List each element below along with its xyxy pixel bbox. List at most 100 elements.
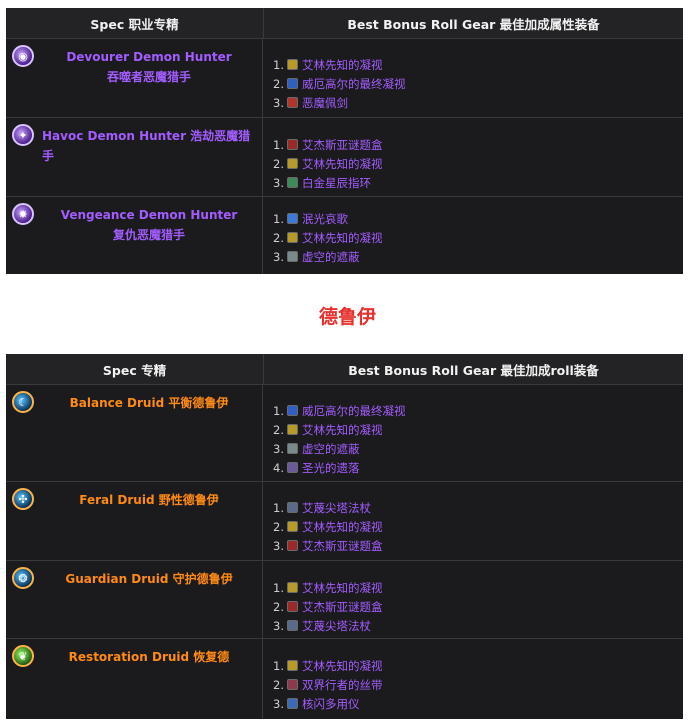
gear-rank: 3. (273, 696, 284, 711)
gear-link[interactable]: 泯光哀歌 (302, 211, 348, 227)
gear-rank: 4. (273, 460, 284, 475)
header-spec: Spec 专精 (6, 354, 264, 384)
gold-seal-icon (286, 582, 298, 593)
gear-link[interactable]: 艾林先知的凝视 (302, 156, 383, 172)
gear-link[interactable]: 威厄高尔的最终凝视 (302, 76, 406, 92)
gear-link[interactable]: 艾林先知的凝视 (302, 658, 383, 674)
gear-link[interactable]: 虚空的遮蔽 (302, 249, 360, 265)
gear-link[interactable]: 威厄高尔的最终凝视 (302, 403, 406, 419)
spec-cell: ❂ Guardian Druid 守护德鲁伊 (6, 561, 263, 638)
gear-item: 1. 艾杰斯亚谜题盒 (273, 135, 683, 154)
bear-icon: ❂ (12, 567, 34, 589)
gear-item: 2. 艾林先知的凝视 (273, 154, 683, 173)
gear-rank: 1. (273, 137, 284, 152)
gear-rank: 2. (273, 519, 284, 534)
gear-item: 2. 双界行者的丝带 (273, 675, 683, 694)
gear-rank: 1. (273, 211, 284, 226)
gear-link[interactable]: 艾杰斯亚谜题盒 (302, 599, 383, 615)
devourer-icon: ◉ (12, 45, 34, 67)
gear-link[interactable]: 艾杰斯亚谜题盒 (302, 137, 383, 153)
spec-name[interactable]: Feral Druid 野性德鲁伊 (42, 490, 256, 510)
gear-item: 4. 圣光的遗落 (273, 458, 683, 477)
gear-cell: 1. 威厄高尔的最终凝视 2. 艾林先知的凝视 3. 虚空的遮蔽 4. 圣光的遗… (263, 385, 683, 481)
gear-item: 3. 白金星辰指环 (273, 173, 683, 192)
gold-seal-icon (286, 424, 298, 435)
spec-name[interactable]: Balance Druid 平衡德鲁伊 (42, 393, 256, 413)
blue-eye-icon (286, 78, 298, 89)
spec-name[interactable]: Guardian Druid 守护德鲁伊 (42, 569, 256, 589)
blue-eye-icon (286, 405, 298, 416)
spec-name[interactable]: Restoration Druid 恢复德 (42, 647, 256, 667)
staff-icon (286, 620, 298, 631)
staff-icon (286, 502, 298, 513)
gear-item: 1. 艾蔑尖塔法杖 (273, 498, 683, 517)
gear-link[interactable]: 恶魔佩剑 (302, 95, 348, 111)
gear-link[interactable]: 双界行者的丝带 (302, 677, 383, 693)
gear-link[interactable]: 艾林先知的凝视 (302, 422, 383, 438)
gear-link[interactable]: 核闪多用仪 (302, 696, 360, 712)
table-row: ✦ Havoc Demon Hunter 浩劫恶魔猎手 1. 艾杰斯亚谜题盒 2… (6, 118, 683, 197)
purple-relic-icon (286, 462, 298, 473)
spec-cell: ✣ Feral Druid 野性德鲁伊 (6, 482, 263, 560)
gear-cell: 1. 艾林先知的凝视 2. 艾杰斯亚谜题盒 3. 艾蔑尖塔法杖 (263, 561, 683, 638)
gear-link[interactable]: 白金星辰指环 (302, 175, 371, 191)
moon-icon: ☾ (12, 391, 34, 413)
gear-item: 3. 核闪多用仪 (273, 694, 683, 713)
gear-rank: 3. (273, 95, 284, 110)
gear-rank: 2. (273, 422, 284, 437)
gear-item: 1. 艾林先知的凝视 (273, 656, 683, 675)
gold-seal-icon (286, 521, 298, 532)
header-gear: Best Bonus Roll Gear 最佳加成roll装备 (348, 362, 599, 378)
blue-flame-icon (286, 213, 298, 224)
gear-item: 3. 虚空的遮蔽 (273, 247, 683, 266)
spec-name[interactable]: Devourer Demon Hunter (42, 47, 256, 67)
spec-name[interactable]: Vengeance Demon Hunter (42, 205, 256, 225)
gear-link[interactable]: 艾林先知的凝视 (302, 57, 383, 73)
gear-link[interactable]: 艾林先知的凝视 (302, 230, 383, 246)
table-row: ❦ Restoration Druid 恢复德 1. 艾林先知的凝视 2. 双界… (6, 639, 683, 719)
gold-seal-icon (286, 232, 298, 243)
gear-item: 2. 艾林先知的凝视 (273, 228, 683, 247)
gear-item: 2. 威厄高尔的最终凝视 (273, 74, 683, 93)
gear-rank: 1. (273, 500, 284, 515)
ribbon-icon (286, 679, 298, 690)
gold-seal-icon (286, 59, 298, 70)
gear-link[interactable]: 虚空的遮蔽 (302, 441, 360, 457)
spec-cell: ☾ Balance Druid 平衡德鲁伊 (6, 385, 263, 481)
gear-rank: 3. (273, 441, 284, 456)
gear-link[interactable]: 艾蔑尖塔法杖 (302, 500, 371, 516)
spec-cell: ◉ Devourer Demon Hunter 吞噬者恶魔猎手 (6, 39, 263, 117)
gear-cell: 1. 泯光哀歌 2. 艾林先知的凝视 3. 虚空的遮蔽 (263, 197, 683, 274)
spec-cell: ✸ Vengeance Demon Hunter 复仇恶魔猎手 (6, 197, 263, 274)
gear-rank: 3. (273, 249, 284, 264)
gear-item: 1. 泯光哀歌 (273, 209, 683, 228)
spec-cell: ✦ Havoc Demon Hunter 浩劫恶魔猎手 (6, 118, 263, 196)
table-header: Spec 职业专精 Best Bonus Roll Gear 最佳加成属性装备 (6, 8, 683, 39)
gear-rank: 1. (273, 658, 284, 673)
spec-name[interactable]: Havoc Demon Hunter 浩劫恶魔猎手 (42, 126, 256, 166)
spec-name-cn[interactable]: 吞噬者恶魔猎手 (42, 67, 256, 87)
gear-link[interactable]: 圣光的遗落 (302, 460, 360, 476)
gear-rank: 3. (273, 538, 284, 553)
table-row: ✣ Feral Druid 野性德鲁伊 1. 艾蔑尖塔法杖 2. 艾林先知的凝视… (6, 482, 683, 561)
gear-link[interactable]: 艾林先知的凝视 (302, 519, 383, 535)
spec-name-cn[interactable]: 复仇恶魔猎手 (42, 225, 256, 245)
gear-rank: 2. (273, 76, 284, 91)
header-spec: Spec 职业专精 (6, 8, 264, 38)
spec-cell: ❦ Restoration Druid 恢复德 (6, 639, 263, 719)
grey-shield-icon (286, 251, 298, 262)
gear-cell: 1. 艾杰斯亚谜题盒 2. 艾林先知的凝视 3. 白金星辰指环 (263, 118, 683, 196)
red-box-icon (286, 540, 298, 551)
gold-seal-icon (286, 158, 298, 169)
gear-rank: 1. (273, 580, 284, 595)
gear-link[interactable]: 艾杰斯亚谜题盒 (302, 538, 383, 554)
green-ring-icon (286, 177, 298, 188)
gear-link[interactable]: 艾蔑尖塔法杖 (302, 618, 371, 634)
tool-icon (286, 698, 298, 709)
gear-link[interactable]: 艾林先知的凝视 (302, 580, 383, 596)
header-gear: Best Bonus Roll Gear 最佳加成属性装备 (347, 16, 600, 32)
gear-item: 3. 艾杰斯亚谜题盒 (273, 536, 683, 555)
gear-item: 2. 艾杰斯亚谜题盒 (273, 597, 683, 616)
gear-cell: 1. 艾林先知的凝视 2. 双界行者的丝带 3. 核闪多用仪 (263, 639, 683, 719)
gear-cell: 1. 艾蔑尖塔法杖 2. 艾林先知的凝视 3. 艾杰斯亚谜题盒 (263, 482, 683, 560)
